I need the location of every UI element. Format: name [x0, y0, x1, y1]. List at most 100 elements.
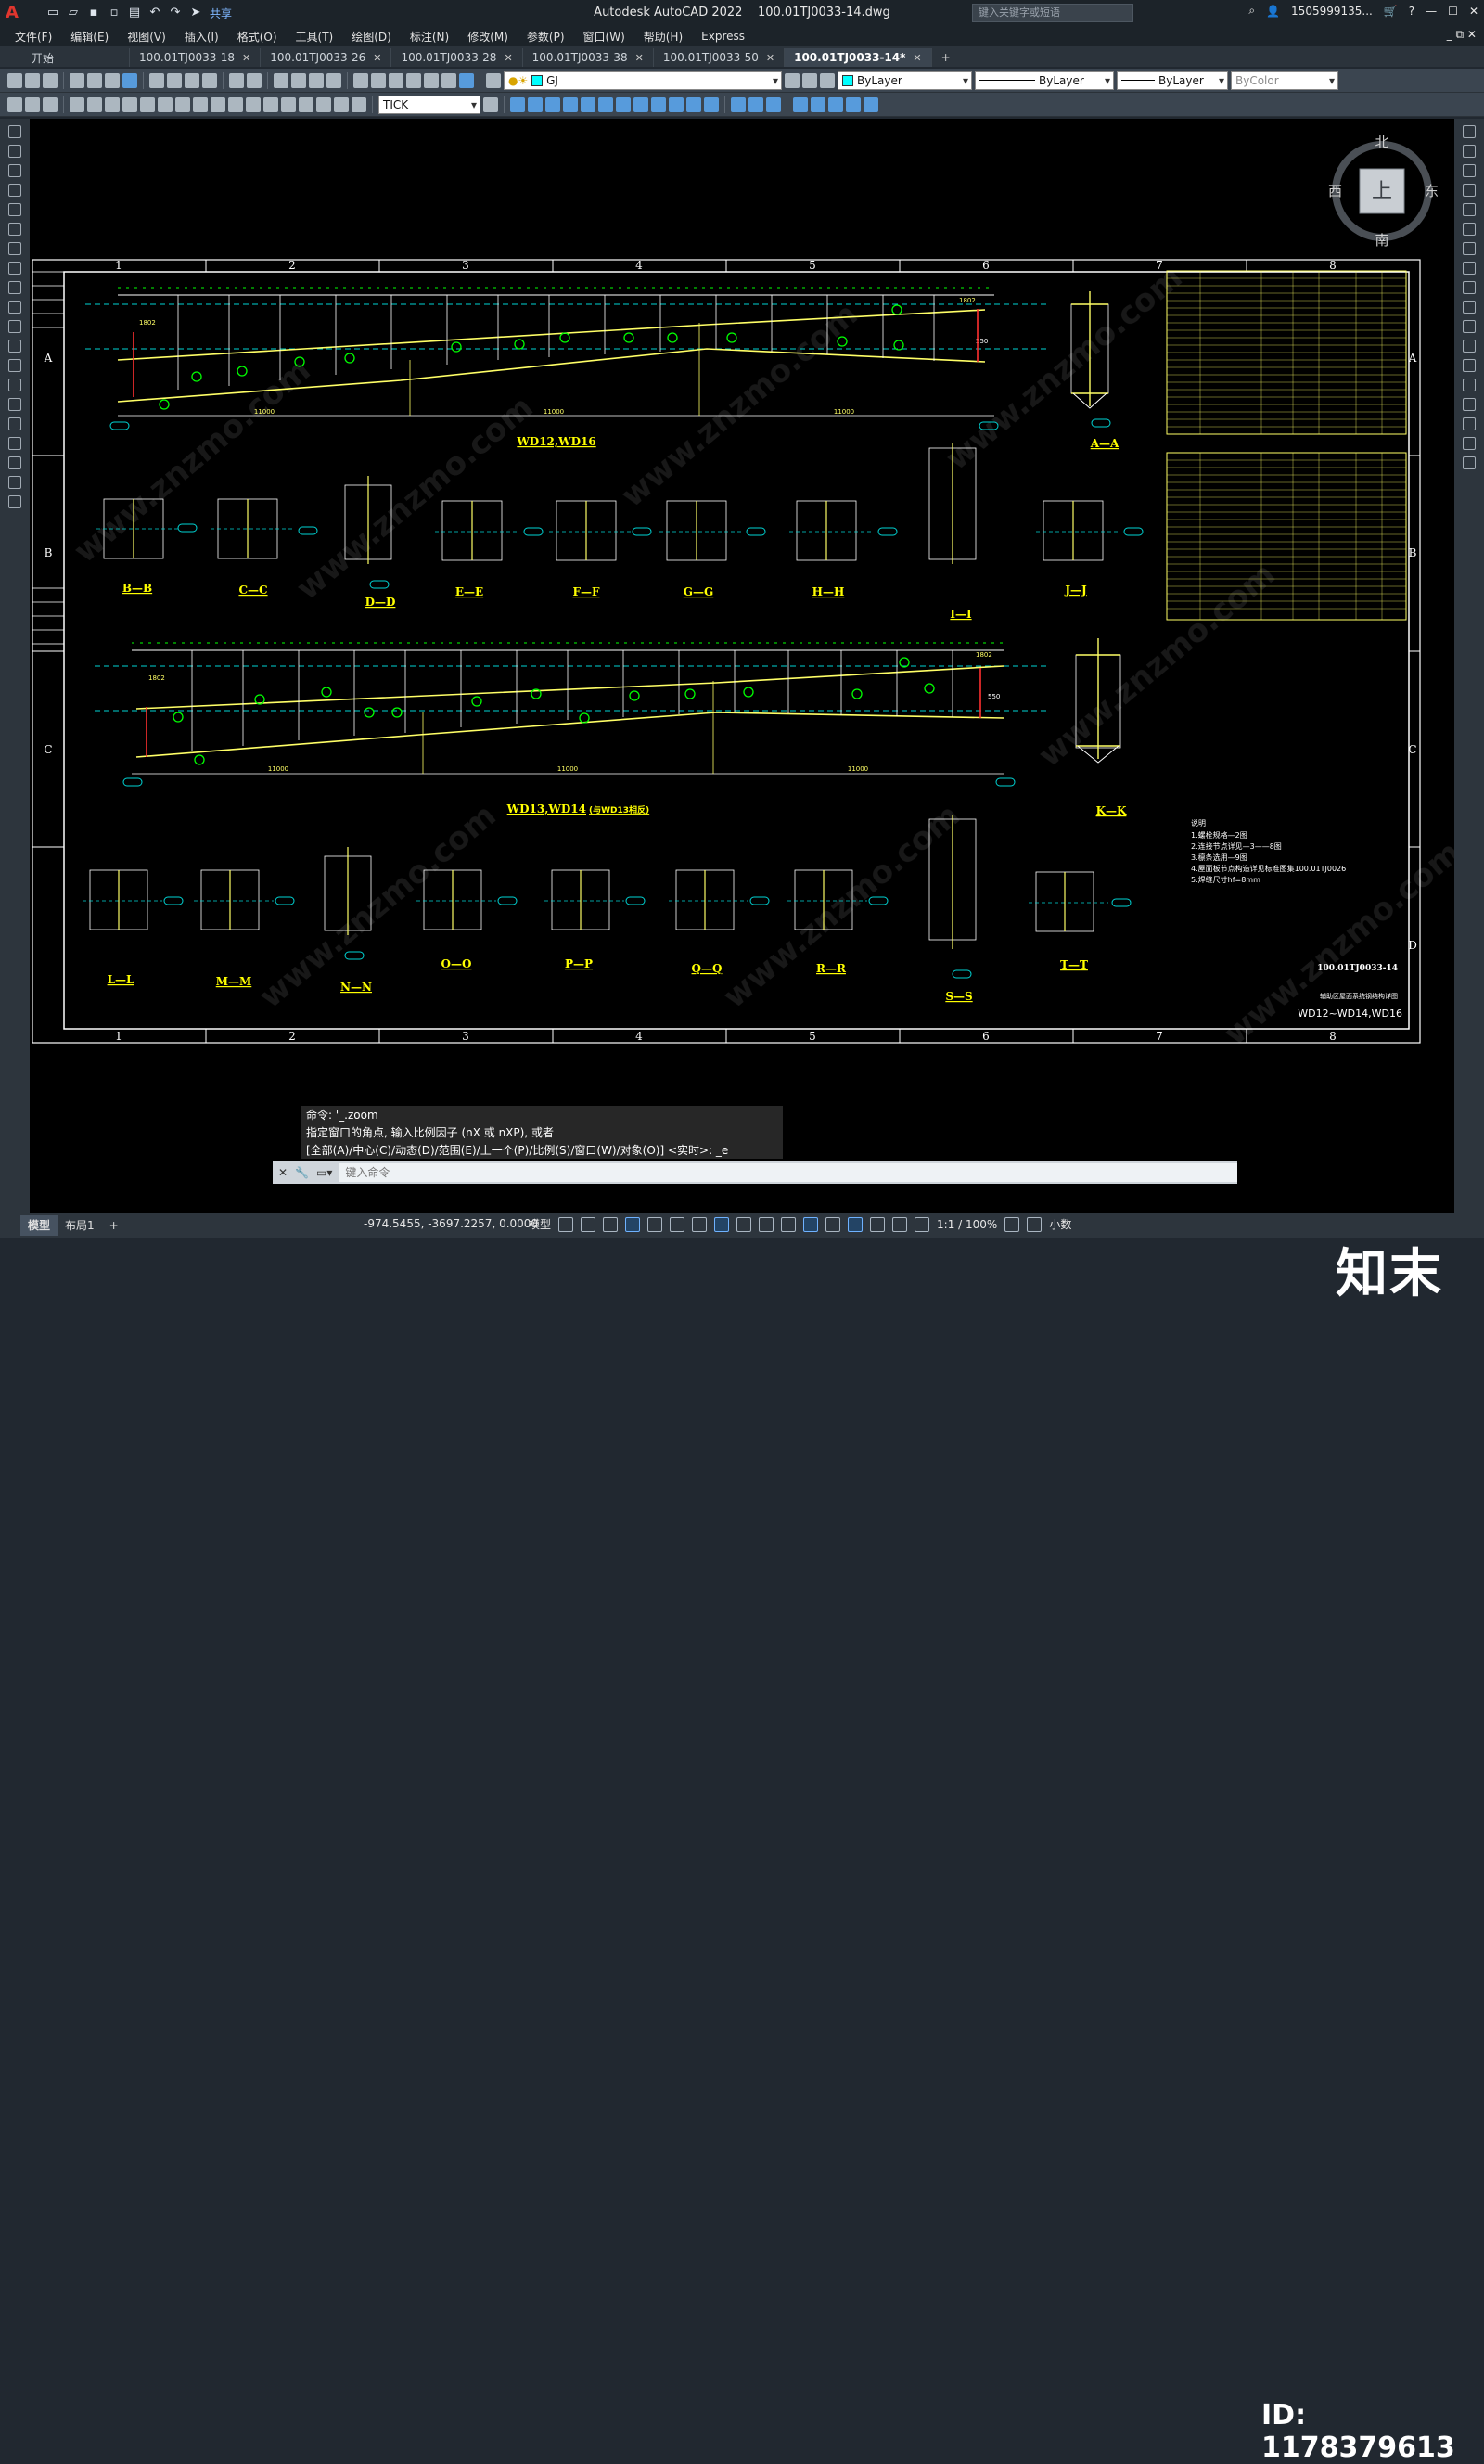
dim-break-icon[interactable]: [228, 96, 243, 112]
zoom-realtime-icon[interactable]: [291, 72, 306, 88]
user-icon[interactable]: 👤: [1266, 5, 1280, 18]
open-file-icon[interactable]: ▱: [65, 5, 82, 21]
tool-palette-icon[interactable]: [389, 72, 403, 88]
dim-continue-icon[interactable]: [193, 96, 208, 112]
model-space-canvas[interactable]: www.znzmo.com www.znzmo.com www.znzmo.co…: [30, 119, 1454, 1304]
model-space-toggle[interactable]: 模型: [529, 1216, 551, 1232]
help-icon[interactable]: ?: [1409, 5, 1414, 18]
polar-icon[interactable]: [647, 1216, 663, 1232]
match-prop-icon[interactable]: [202, 72, 217, 88]
maximize-button[interactable]: ☐: [1448, 5, 1458, 18]
tab-file-26[interactable]: 100.01TJ0033-26 ✕: [261, 48, 392, 67]
arc-icon[interactable]: [8, 223, 21, 236]
customize-icon[interactable]: 🔧: [295, 1166, 309, 1179]
menu-draw[interactable]: 绘图(D): [342, 29, 401, 45]
stretch-icon[interactable]: [1463, 281, 1476, 294]
hide-icon[interactable]: [748, 96, 763, 112]
sheet-set-icon[interactable]: [406, 72, 421, 88]
annotation-visibility-icon[interactable]: [892, 1216, 908, 1232]
lineweight-icon[interactable]: [736, 1216, 752, 1232]
menu-tools[interactable]: 工具(T): [287, 29, 343, 45]
construction-line-icon[interactable]: [8, 145, 21, 158]
layout-tab-model[interactable]: 模型: [20, 1215, 58, 1236]
dim-ordinate-icon[interactable]: [70, 96, 84, 112]
insert-block-icon[interactable]: [8, 340, 21, 353]
doc-window-controls[interactable]: _ ⧉ ✕: [1447, 28, 1477, 42]
loft-icon[interactable]: [669, 96, 684, 112]
annotation-monitor-icon[interactable]: [1027, 1216, 1043, 1232]
viewcube-south[interactable]: 南: [1375, 232, 1388, 247]
dim-text-edit-icon[interactable]: [334, 96, 349, 112]
close-icon[interactable]: ✕: [278, 1166, 288, 1179]
tab-file-14[interactable]: 100.01TJ0033-14* ✕: [785, 48, 932, 67]
zoom-previous-icon[interactable]: [326, 72, 341, 88]
dim-baseline-icon[interactable]: [175, 96, 190, 112]
preview-icon[interactable]: [87, 72, 102, 88]
new-file-icon[interactable]: ▭: [45, 5, 61, 21]
mirror-icon[interactable]: [1463, 164, 1476, 177]
viewcube-top-label[interactable]: 上: [1372, 180, 1392, 203]
minimize-button[interactable]: —: [1426, 5, 1437, 18]
open-icon[interactable]: [25, 72, 40, 88]
save-as-icon[interactable]: ▫: [106, 5, 122, 21]
trim-icon[interactable]: [1463, 301, 1476, 314]
solid-cone-icon[interactable]: [545, 96, 560, 112]
help-icon[interactable]: [459, 72, 474, 88]
close-button[interactable]: ✕: [1469, 5, 1478, 18]
annotation-scale[interactable]: 1:1 / 100%: [937, 1218, 997, 1231]
spline-icon[interactable]: [8, 281, 21, 294]
share-button[interactable]: 共享: [210, 6, 232, 21]
dim-linear-icon[interactable]: [7, 96, 22, 112]
polygon-icon[interactable]: [8, 184, 21, 197]
redo-icon[interactable]: [247, 72, 262, 88]
quick-dim-icon[interactable]: [158, 96, 173, 112]
tab-file-18[interactable]: 100.01TJ0033-18 ✕: [130, 48, 262, 67]
add-selected-icon[interactable]: [8, 495, 21, 508]
array-icon[interactable]: [1463, 203, 1476, 216]
ucs-icon[interactable]: [793, 96, 808, 112]
jogged-linear-icon[interactable]: [299, 96, 313, 112]
object-snap-tracking-icon[interactable]: [692, 1216, 708, 1232]
properties-icon[interactable]: [353, 72, 368, 88]
calculator-icon[interactable]: [441, 72, 456, 88]
union-icon[interactable]: [686, 96, 701, 112]
dim-style-icon[interactable]: [483, 96, 498, 112]
grid-icon[interactable]: [558, 1216, 574, 1232]
solid-box-icon[interactable]: [510, 96, 525, 112]
command-input[interactable]: 键入命令: [339, 1163, 1237, 1182]
menu-help[interactable]: 帮助(H): [634, 29, 692, 45]
close-icon[interactable]: ✕: [504, 52, 512, 64]
menu-insert[interactable]: 插入(I): [175, 29, 228, 45]
ucs-object-icon[interactable]: [864, 96, 878, 112]
rotate-icon[interactable]: [1463, 242, 1476, 255]
dim-arc-icon[interactable]: [43, 96, 58, 112]
menu-dimension[interactable]: 标注(N): [401, 29, 458, 45]
blend-icon[interactable]: [1463, 437, 1476, 450]
break-icon[interactable]: [1463, 359, 1476, 372]
menu-format[interactable]: 格式(O): [228, 29, 287, 45]
region-icon[interactable]: [8, 437, 21, 450]
menu-express[interactable]: Express: [692, 30, 754, 43]
erase-icon[interactable]: [1463, 125, 1476, 138]
dimstyle-dropdown[interactable]: TICK: [378, 95, 480, 114]
user-name[interactable]: 1505999135...: [1291, 5, 1373, 18]
viewcube-east[interactable]: 东: [1425, 183, 1439, 199]
make-current-icon[interactable]: [785, 72, 800, 88]
cart-icon[interactable]: 🛒: [1384, 5, 1398, 18]
paste-icon[interactable]: [185, 72, 199, 88]
line-icon[interactable]: [8, 125, 21, 138]
save-icon[interactable]: ▪: [85, 5, 102, 21]
copy-object-icon[interactable]: [1463, 145, 1476, 158]
add-layout-button[interactable]: +: [102, 1215, 126, 1236]
ucs-face-icon[interactable]: [846, 96, 861, 112]
autocad-logo-icon[interactable]: A: [6, 3, 26, 23]
print-icon[interactable]: [70, 72, 84, 88]
layer-previous-icon[interactable]: [802, 72, 817, 88]
move-icon[interactable]: [1463, 223, 1476, 236]
viewcube[interactable]: 上 北 南 西 东: [1326, 130, 1443, 247]
viewcube-north[interactable]: 北: [1375, 134, 1388, 150]
close-icon[interactable]: ✕: [242, 52, 250, 64]
ucs-world-icon[interactable]: [811, 96, 825, 112]
dim-angular-icon[interactable]: [140, 96, 155, 112]
explode-icon[interactable]: [1463, 456, 1476, 469]
